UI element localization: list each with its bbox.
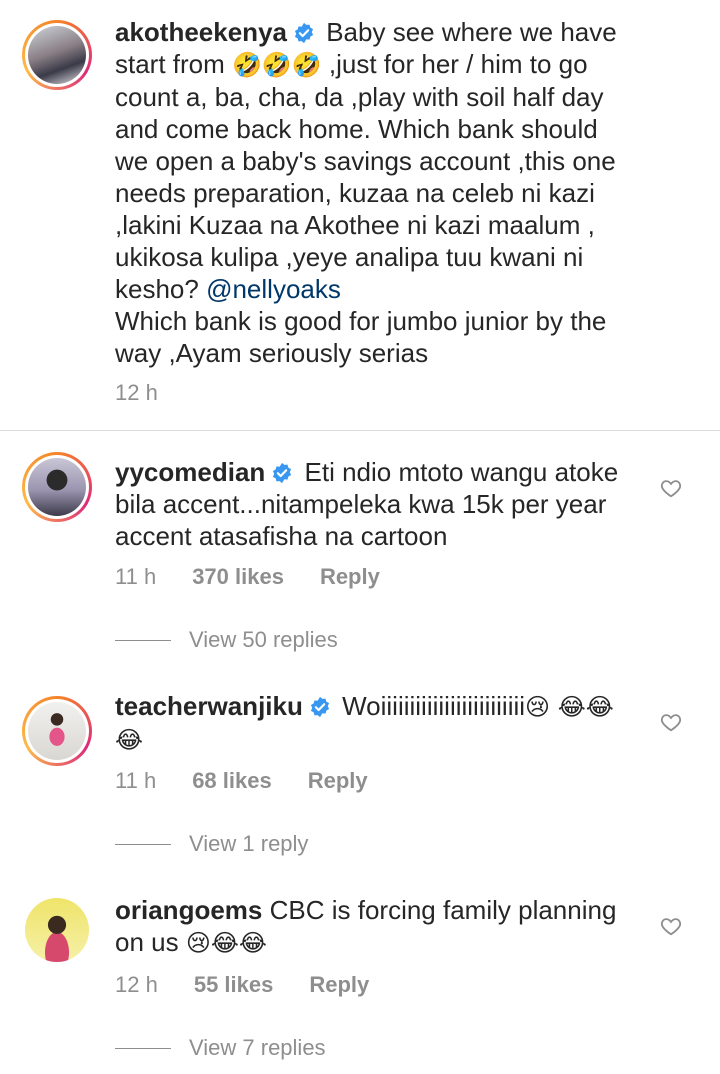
- view-replies-link[interactable]: View 7 replies: [115, 1035, 326, 1061]
- laughing-emoji-group: 🤣🤣🤣: [232, 51, 322, 79]
- caption-meta: 12 h: [115, 380, 158, 406]
- comment-meta: 11 h 370 likes Reply: [115, 564, 380, 590]
- likes-count[interactable]: 55 likes: [194, 972, 274, 998]
- avatar-photo: [28, 26, 86, 84]
- likes-count[interactable]: 68 likes: [192, 768, 272, 794]
- verified-badge-icon: [273, 462, 292, 484]
- caption-divider: [0, 430, 720, 431]
- mention-link[interactable]: @nellyoaks: [206, 274, 341, 304]
- replies-line: [115, 843, 171, 845]
- timestamp: 11 h: [115, 768, 157, 793]
- reply-button[interactable]: Reply: [320, 564, 380, 590]
- verified-badge-icon: [310, 696, 329, 718]
- comment-meta: 11 h 68 likes Reply: [115, 768, 368, 794]
- replies-line: [115, 639, 171, 641]
- comment-avatar[interactable]: [25, 898, 89, 962]
- comment-text: oriangoems CBC is forcing family plannin…: [115, 895, 624, 957]
- comment-text: yycomedian Eti ndio mtoto wangu atoke bi…: [115, 457, 626, 551]
- view-replies-link[interactable]: View 50 replies: [115, 627, 338, 653]
- emoji-group: 😢😂😂: [185, 929, 267, 957]
- avatar-photo: [28, 458, 86, 516]
- avatar-photo: [28, 702, 86, 760]
- comment-meta: 12 h 55 likes Reply: [115, 972, 369, 998]
- like-heart-icon[interactable]: [660, 477, 682, 499]
- like-heart-icon[interactable]: [660, 915, 682, 937]
- caption-text: akotheekenya Baby see where we have star…: [115, 17, 624, 368]
- timestamp: 12 h: [115, 380, 158, 405]
- comment-avatar[interactable]: [22, 452, 92, 522]
- reply-button[interactable]: Reply: [309, 972, 369, 998]
- like-heart-icon[interactable]: [660, 711, 682, 733]
- comment-avatar[interactable]: [22, 696, 92, 766]
- view-replies-link[interactable]: View 1 reply: [115, 831, 308, 857]
- comment-text: teacherwanjiku Woiiiiiiiiiiiiiiiiiiiiiii…: [115, 691, 614, 754]
- replies-line: [115, 1047, 171, 1049]
- caption-username[interactable]: akotheekenya: [115, 17, 287, 47]
- comment-username[interactable]: yycomedian: [115, 457, 265, 487]
- comment-username[interactable]: teacherwanjiku: [115, 691, 303, 721]
- timestamp: 11 h: [115, 564, 157, 589]
- timestamp: 12 h: [115, 972, 158, 997]
- likes-count[interactable]: 370 likes: [192, 564, 284, 590]
- caption-avatar[interactable]: [22, 20, 92, 90]
- reply-button[interactable]: Reply: [308, 768, 368, 794]
- verified-badge-icon: [294, 22, 314, 44]
- comment-username[interactable]: oriangoems: [115, 895, 262, 925]
